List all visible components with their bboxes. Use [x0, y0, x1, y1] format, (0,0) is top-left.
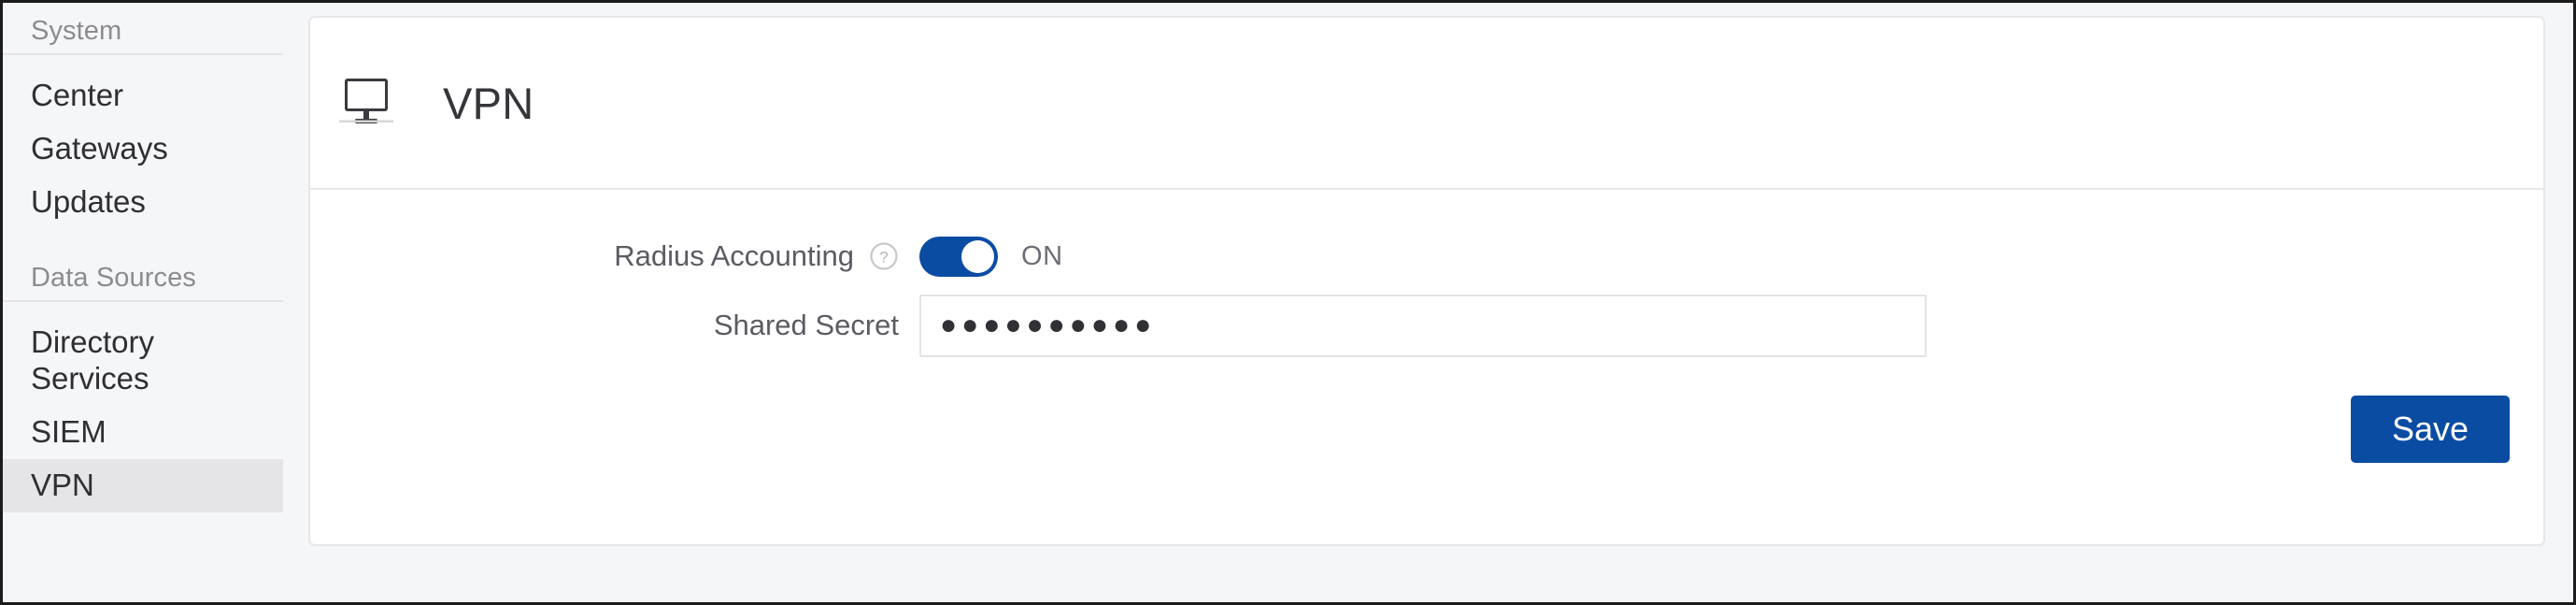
- sidebar-section-header-system: System: [3, 16, 283, 55]
- shared-secret-label: Shared Secret: [713, 309, 899, 341]
- sidebar-item-vpn[interactable]: VPN: [3, 458, 283, 512]
- card-body: Radius Accounting ? ON Shared Secret ●●●…: [310, 235, 2543, 463]
- sidebar-item-gateways[interactable]: Gateways: [3, 122, 283, 176]
- radius-accounting-toggle[interactable]: [919, 236, 998, 277]
- sidebar-list-data-sources: Directory Services SIEM VPN: [3, 316, 308, 512]
- shared-secret-label-group: Shared Secret: [310, 309, 919, 342]
- monitor-icon: [339, 77, 401, 131]
- sidebar-section-data-sources: Data Sources Directory Services SIEM VPN: [3, 263, 308, 512]
- save-button[interactable]: Save: [2351, 396, 2510, 463]
- toggle-state-label: ON: [1021, 240, 1063, 271]
- sidebar-item-center[interactable]: Center: [3, 69, 283, 122]
- radius-accounting-label: Radius Accounting: [614, 239, 854, 272]
- vpn-settings-card: VPN Radius Accounting ? ON Shared Secret…: [308, 16, 2545, 546]
- sidebar-item-directory-services[interactable]: Directory Services: [3, 316, 283, 406]
- toggle-knob: [961, 239, 994, 273]
- page-title: VPN: [443, 78, 534, 128]
- sidebar-section-system: System Center Gateways Updates: [3, 16, 308, 229]
- card-actions: Save: [310, 396, 2543, 463]
- shared-secret-input[interactable]: ●●●●●●●●●●: [919, 294, 1927, 357]
- sidebar-list-system: Center Gateways Updates: [3, 69, 308, 229]
- shared-secret-row: Shared Secret ●●●●●●●●●●: [310, 293, 2543, 358]
- radius-accounting-row: Radius Accounting ? ON: [310, 235, 2543, 278]
- main-content-area: VPN Radius Accounting ? ON Shared Secret…: [308, 3, 2573, 602]
- sidebar-item-updates[interactable]: Updates: [3, 176, 283, 229]
- sidebar-item-siem[interactable]: SIEM: [3, 406, 283, 459]
- application-window: System Center Gateways Updates Data Sour…: [0, 0, 2576, 605]
- sidebar-section-header-data-sources: Data Sources: [3, 263, 283, 302]
- card-header: VPN: [310, 18, 2543, 190]
- svg-text:?: ?: [879, 249, 888, 266]
- help-circle-icon[interactable]: ?: [869, 241, 899, 271]
- sidebar-navigation: System Center Gateways Updates Data Sour…: [3, 3, 308, 602]
- radius-accounting-label-group: Radius Accounting ?: [310, 239, 919, 273]
